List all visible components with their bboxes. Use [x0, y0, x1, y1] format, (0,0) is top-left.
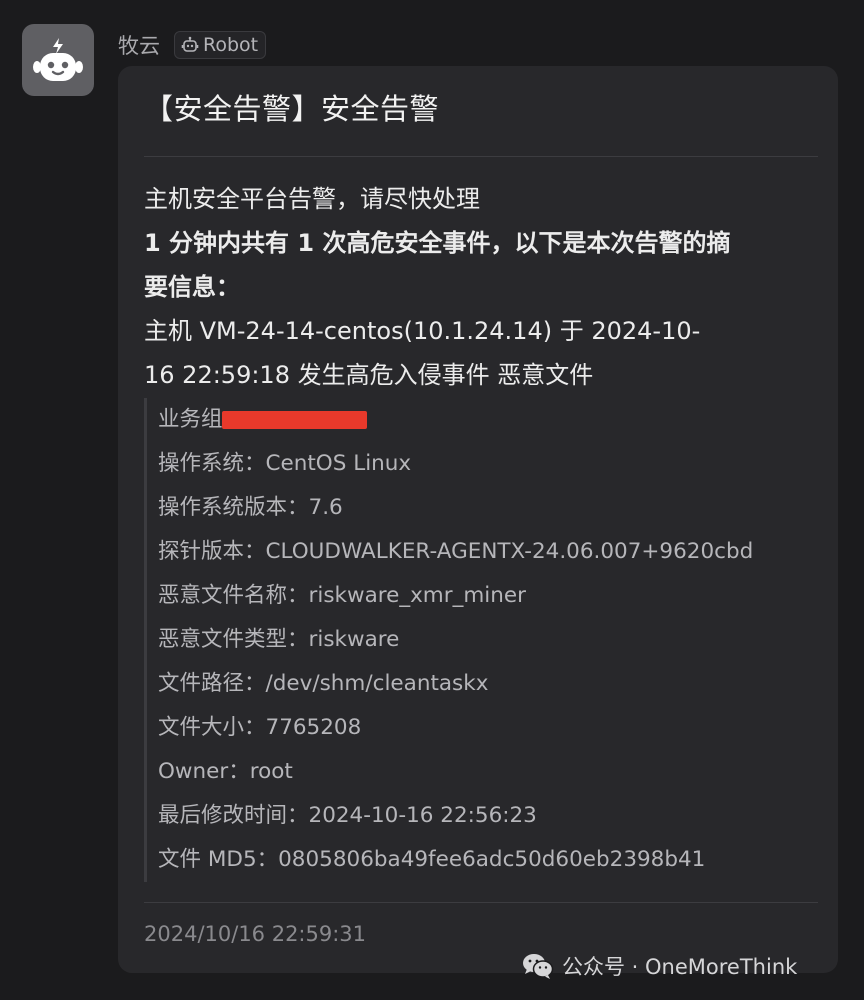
robot-tag: Robot	[174, 31, 267, 59]
robot-icon	[33, 38, 83, 81]
detail-row-malware-name: 恶意文件名称：riskware_xmr_miner	[147, 574, 827, 618]
detail-value: riskware	[308, 627, 400, 652]
detail-label: 操作系统：	[158, 451, 266, 476]
summary-line-bold: 1 分钟内共有 1 次高危安全事件，以下是本次告警的摘	[144, 229, 731, 257]
detail-label: 恶意文件类型：	[158, 627, 309, 652]
detail-row-business-group: 业务组：	[147, 398, 827, 442]
detail-value: CentOS Linux	[265, 451, 412, 476]
detail-row-modified-time: 最后修改时间：2024-10-16 22:56:23	[147, 794, 827, 838]
detail-value: root	[249, 759, 293, 784]
detail-value: riskware_xmr_miner	[308, 583, 526, 608]
detail-label: 文件 MD5：	[158, 847, 279, 872]
detail-label: 恶意文件名称：	[158, 583, 309, 608]
alert-details-quote: 业务组： 操作系统：CentOS Linux 操作系统版本：7.6 探针版本：C…	[144, 398, 827, 882]
detail-label: 操作系统版本：	[158, 495, 309, 520]
watermark-text: 公众号 · OneMoreThink	[562, 955, 798, 979]
detail-value: CLOUDWALKER-AGENTX-24.06.007+9620cbd	[265, 539, 754, 564]
robot-tag-label: Robot	[203, 34, 259, 56]
detail-label: 文件大小：	[158, 715, 266, 740]
detail-value: 2024-10-16 22:56:23	[308, 803, 537, 828]
alert-message-card[interactable]: 【安全告警】安全告警 主机安全平台告警，请尽快处理 1 分钟内共有 1 次高危安…	[118, 66, 838, 973]
detail-value: 0805806ba49fee6adc50d60eb2398b41	[278, 847, 706, 872]
redaction-mark	[222, 411, 368, 429]
detail-label: 最后修改时间：	[158, 803, 309, 828]
watermark: 公众号 · OneMoreThink	[522, 950, 797, 982]
message-sender: 牧云 Robot	[118, 30, 267, 60]
summary-line: 16 22:59:18 发生高危入侵事件 恶意文件	[144, 361, 594, 389]
summary-line-bold: 要信息：	[144, 273, 240, 301]
detail-value: 7765208	[265, 715, 362, 740]
detail-row-os-version: 操作系统版本：7.6	[147, 486, 827, 530]
robot-tag-icon	[181, 36, 199, 52]
sender-name[interactable]: 牧云	[118, 30, 160, 60]
detail-row-os: 操作系统：CentOS Linux	[147, 442, 827, 486]
message-timestamp: 2024/10/16 22:59:31	[144, 922, 367, 946]
footer-divider	[144, 902, 818, 903]
summary-line: 主机安全平台告警，请尽快处理	[144, 185, 480, 213]
detail-value: 7.6	[308, 495, 343, 520]
detail-row-malware-type: 恶意文件类型：riskware	[147, 618, 827, 662]
title-divider	[144, 156, 818, 157]
detail-row-file-size: 文件大小：7765208	[147, 706, 827, 750]
card-title: 【安全告警】安全告警	[144, 92, 440, 126]
alert-summary: 主机安全平台告警，请尽快处理 1 分钟内共有 1 次高危安全事件，以下是本次告警…	[144, 177, 824, 397]
detail-label: Owner：	[158, 759, 250, 784]
robot-avatar[interactable]	[22, 24, 94, 96]
summary-line: 主机 VM-24-14-centos(10.1.24.14) 于 2024-10…	[144, 317, 701, 345]
detail-label: 探针版本：	[158, 539, 266, 564]
detail-row-owner: Owner：root	[147, 750, 827, 794]
detail-label: 文件路径：	[158, 671, 266, 696]
detail-row-agent-version: 探针版本：CLOUDWALKER-AGENTX-24.06.007+9620cb…	[147, 530, 827, 574]
detail-row-file-path: 文件路径：/dev/shm/cleantaskx	[147, 662, 827, 706]
wechat-icon	[523, 954, 554, 979]
detail-row-file-md5: 文件 MD5：0805806ba49fee6adc50d60eb2398b41	[147, 838, 827, 882]
detail-value: /dev/shm/cleantaskx	[265, 671, 489, 696]
